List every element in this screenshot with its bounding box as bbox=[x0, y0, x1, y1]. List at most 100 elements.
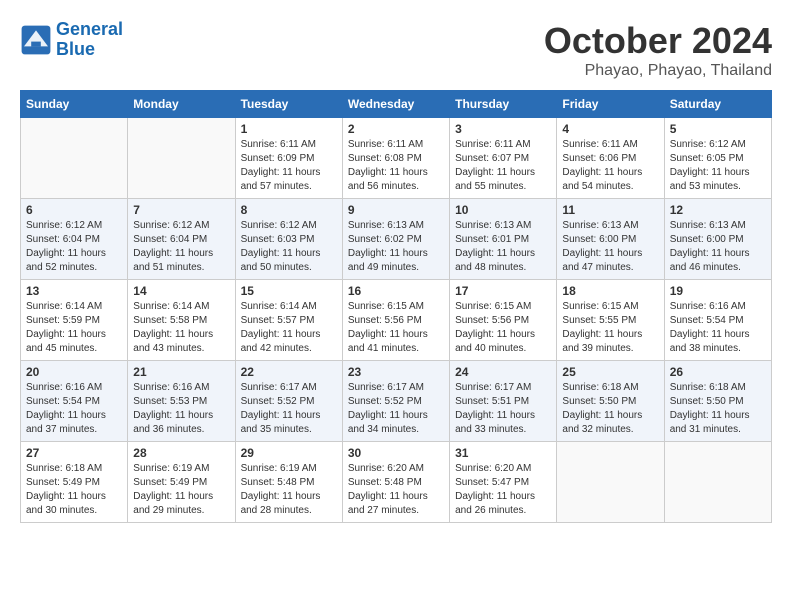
calendar-day-cell: 10 Sunrise: 6:13 AM Sunset: 6:01 PM Dayli… bbox=[450, 199, 557, 280]
calendar-header-row: SundayMondayTuesdayWednesdayThursdayFrid… bbox=[21, 91, 772, 118]
calendar-table: SundayMondayTuesdayWednesdayThursdayFrid… bbox=[20, 90, 772, 523]
calendar-day-cell: 11 Sunrise: 6:13 AM Sunset: 6:00 PM Dayli… bbox=[557, 199, 664, 280]
day-number: 22 bbox=[241, 365, 337, 379]
day-of-week-header: Sunday bbox=[21, 91, 128, 118]
day-info: Sunrise: 6:11 AM Sunset: 6:06 PM Dayligh… bbox=[562, 138, 658, 194]
calendar-day-cell: 23 Sunrise: 6:17 AM Sunset: 5:52 PM Dayli… bbox=[342, 361, 449, 442]
day-info: Sunrise: 6:12 AM Sunset: 6:04 PM Dayligh… bbox=[133, 219, 229, 275]
calendar-day-cell: 8Sunrise: 6:12 AM Sunset: 6:03 PM Daylig… bbox=[235, 199, 342, 280]
day-number: 14 bbox=[133, 284, 229, 298]
day-info: Sunrise: 6:17 AM Sunset: 5:51 PM Dayligh… bbox=[455, 381, 551, 437]
day-info: Sunrise: 6:14 AM Sunset: 5:57 PM Dayligh… bbox=[241, 300, 337, 356]
day-info: Sunrise: 6:11 AM Sunset: 6:09 PM Dayligh… bbox=[241, 138, 337, 194]
day-number: 10 bbox=[455, 203, 551, 217]
calendar-week-row: 27Sunrise: 6:18 AM Sunset: 5:49 PM Dayli… bbox=[21, 442, 772, 523]
day-info: Sunrise: 6:12 AM Sunset: 6:05 PM Dayligh… bbox=[670, 138, 766, 194]
day-number: 12 bbox=[670, 203, 766, 217]
month-title: October 2024 bbox=[544, 20, 772, 62]
calendar-day-cell: 16 Sunrise: 6:15 AM Sunset: 5:56 PM Dayli… bbox=[342, 280, 449, 361]
day-of-week-header: Saturday bbox=[664, 91, 771, 118]
calendar-day-cell bbox=[664, 442, 771, 523]
day-info: Sunrise: 6:17 AM Sunset: 5:52 PM Dayligh… bbox=[348, 381, 444, 437]
calendar-week-row: 6Sunrise: 6:12 AM Sunset: 6:04 PM Daylig… bbox=[21, 199, 772, 280]
calendar-day-cell bbox=[557, 442, 664, 523]
day-info: Sunrise: 6:18 AM Sunset: 5:50 PM Dayligh… bbox=[670, 381, 766, 437]
day-of-week-header: Monday bbox=[128, 91, 235, 118]
day-info: Sunrise: 6:13 AM Sunset: 6:00 PM Dayligh… bbox=[562, 219, 658, 275]
calendar-day-cell: 1 Sunrise: 6:11 AM Sunset: 6:09 PM Daylig… bbox=[235, 118, 342, 199]
day-number: 16 bbox=[348, 284, 444, 298]
calendar-day-cell: 4 Sunrise: 6:11 AM Sunset: 6:06 PM Daylig… bbox=[557, 118, 664, 199]
calendar-day-cell: 5 Sunrise: 6:12 AM Sunset: 6:05 PM Daylig… bbox=[664, 118, 771, 199]
day-number: 9 bbox=[348, 203, 444, 217]
day-number: 4 bbox=[562, 122, 658, 136]
day-info: Sunrise: 6:16 AM Sunset: 5:54 PM Dayligh… bbox=[670, 300, 766, 356]
day-number: 27 bbox=[26, 446, 122, 460]
day-number: 21 bbox=[133, 365, 229, 379]
calendar-day-cell bbox=[128, 118, 235, 199]
day-number: 8 bbox=[241, 203, 337, 217]
day-info: Sunrise: 6:15 AM Sunset: 5:55 PM Dayligh… bbox=[562, 300, 658, 356]
calendar-week-row: 13 Sunrise: 6:14 AM Sunset: 5:59 PM Dayli… bbox=[21, 280, 772, 361]
calendar-day-cell: 18 Sunrise: 6:15 AM Sunset: 5:55 PM Dayli… bbox=[557, 280, 664, 361]
day-number: 5 bbox=[670, 122, 766, 136]
calendar-day-cell: 12 Sunrise: 6:13 AM Sunset: 6:00 PM Dayli… bbox=[664, 199, 771, 280]
day-number: 1 bbox=[241, 122, 337, 136]
calendar-day-cell: 26 Sunrise: 6:18 AM Sunset: 5:50 PM Dayli… bbox=[664, 361, 771, 442]
day-info: Sunrise: 6:14 AM Sunset: 5:58 PM Dayligh… bbox=[133, 300, 229, 356]
day-info: Sunrise: 6:12 AM Sunset: 6:04 PM Dayligh… bbox=[26, 219, 122, 275]
logo: General Blue bbox=[20, 20, 123, 60]
day-number: 11 bbox=[562, 203, 658, 217]
calendar-day-cell bbox=[21, 118, 128, 199]
day-number: 15 bbox=[241, 284, 337, 298]
day-number: 17 bbox=[455, 284, 551, 298]
day-number: 18 bbox=[562, 284, 658, 298]
day-info: Sunrise: 6:16 AM Sunset: 5:53 PM Dayligh… bbox=[133, 381, 229, 437]
calendar-day-cell: 28Sunrise: 6:19 AM Sunset: 5:49 PM Dayli… bbox=[128, 442, 235, 523]
day-number: 19 bbox=[670, 284, 766, 298]
day-info: Sunrise: 6:11 AM Sunset: 6:08 PM Dayligh… bbox=[348, 138, 444, 194]
title-block: October 2024 Phayao, Phayao, Thailand bbox=[544, 20, 772, 80]
day-info: Sunrise: 6:13 AM Sunset: 6:01 PM Dayligh… bbox=[455, 219, 551, 275]
day-info: Sunrise: 6:19 AM Sunset: 5:48 PM Dayligh… bbox=[241, 462, 337, 518]
calendar-week-row: 20 Sunrise: 6:16 AM Sunset: 5:54 PM Dayli… bbox=[21, 361, 772, 442]
calendar-day-cell: 20 Sunrise: 6:16 AM Sunset: 5:54 PM Dayli… bbox=[21, 361, 128, 442]
calendar-day-cell: 22Sunrise: 6:17 AM Sunset: 5:52 PM Dayli… bbox=[235, 361, 342, 442]
calendar-day-cell: 14 Sunrise: 6:14 AM Sunset: 5:58 PM Dayli… bbox=[128, 280, 235, 361]
day-number: 23 bbox=[348, 365, 444, 379]
day-number: 26 bbox=[670, 365, 766, 379]
day-info: Sunrise: 6:15 AM Sunset: 5:56 PM Dayligh… bbox=[348, 300, 444, 356]
calendar-day-cell: 19 Sunrise: 6:16 AM Sunset: 5:54 PM Dayli… bbox=[664, 280, 771, 361]
day-number: 29 bbox=[241, 446, 337, 460]
calendar-day-cell: 24Sunrise: 6:17 AM Sunset: 5:51 PM Dayli… bbox=[450, 361, 557, 442]
day-info: Sunrise: 6:13 AM Sunset: 6:02 PM Dayligh… bbox=[348, 219, 444, 275]
day-number: 20 bbox=[26, 365, 122, 379]
day-info: Sunrise: 6:19 AM Sunset: 5:49 PM Dayligh… bbox=[133, 462, 229, 518]
day-of-week-header: Friday bbox=[557, 91, 664, 118]
day-number: 3 bbox=[455, 122, 551, 136]
calendar-day-cell: 29 Sunrise: 6:19 AM Sunset: 5:48 PM Dayli… bbox=[235, 442, 342, 523]
calendar-day-cell: 7 Sunrise: 6:12 AM Sunset: 6:04 PM Daylig… bbox=[128, 199, 235, 280]
day-info: Sunrise: 6:16 AM Sunset: 5:54 PM Dayligh… bbox=[26, 381, 122, 437]
day-info: Sunrise: 6:20 AM Sunset: 5:47 PM Dayligh… bbox=[455, 462, 551, 518]
calendar-day-cell: 30 Sunrise: 6:20 AM Sunset: 5:48 PM Dayli… bbox=[342, 442, 449, 523]
day-number: 31 bbox=[455, 446, 551, 460]
calendar-day-cell: 31 Sunrise: 6:20 AM Sunset: 5:47 PM Dayli… bbox=[450, 442, 557, 523]
location-title: Phayao, Phayao, Thailand bbox=[544, 62, 772, 80]
day-info: Sunrise: 6:18 AM Sunset: 5:50 PM Dayligh… bbox=[562, 381, 658, 437]
day-number: 7 bbox=[133, 203, 229, 217]
calendar-day-cell: 9 Sunrise: 6:13 AM Sunset: 6:02 PM Daylig… bbox=[342, 199, 449, 280]
day-info: Sunrise: 6:14 AM Sunset: 5:59 PM Dayligh… bbox=[26, 300, 122, 356]
day-info: Sunrise: 6:11 AM Sunset: 6:07 PM Dayligh… bbox=[455, 138, 551, 194]
calendar-day-cell: 3 Sunrise: 6:11 AM Sunset: 6:07 PM Daylig… bbox=[450, 118, 557, 199]
day-info: Sunrise: 6:15 AM Sunset: 5:56 PM Dayligh… bbox=[455, 300, 551, 356]
day-info: Sunrise: 6:20 AM Sunset: 5:48 PM Dayligh… bbox=[348, 462, 444, 518]
day-number: 13 bbox=[26, 284, 122, 298]
day-info: Sunrise: 6:13 AM Sunset: 6:00 PM Dayligh… bbox=[670, 219, 766, 275]
calendar-day-cell: 25Sunrise: 6:18 AM Sunset: 5:50 PM Dayli… bbox=[557, 361, 664, 442]
day-of-week-header: Thursday bbox=[450, 91, 557, 118]
day-of-week-header: Wednesday bbox=[342, 91, 449, 118]
day-of-week-header: Tuesday bbox=[235, 91, 342, 118]
calendar-day-cell: 21 Sunrise: 6:16 AM Sunset: 5:53 PM Dayli… bbox=[128, 361, 235, 442]
day-number: 30 bbox=[348, 446, 444, 460]
